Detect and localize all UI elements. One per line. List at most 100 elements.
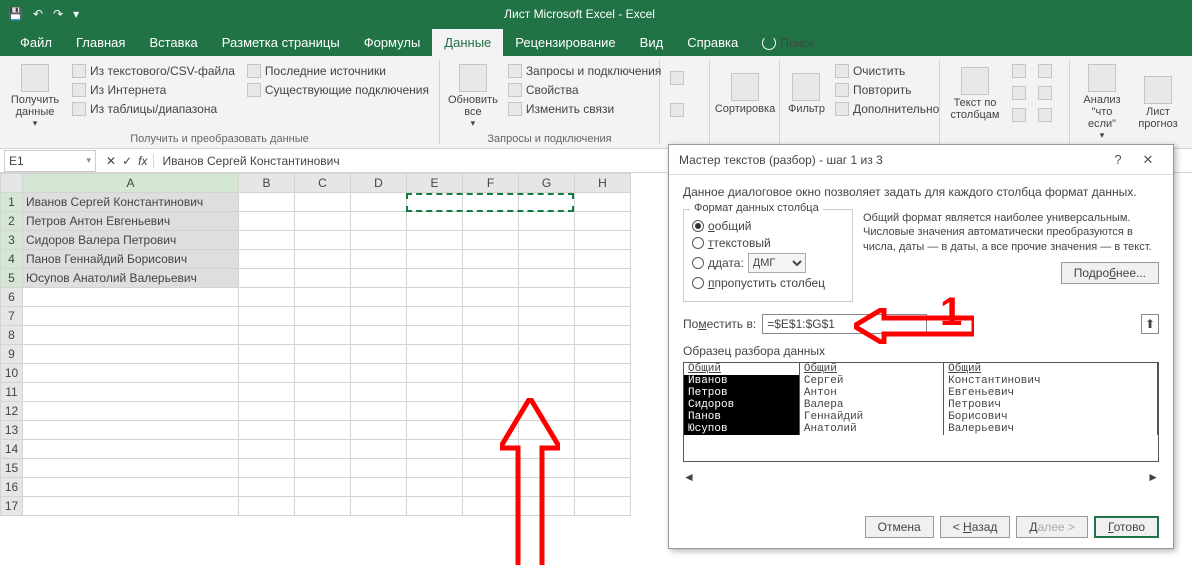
cell[interactable]: [295, 193, 351, 212]
row-header[interactable]: 3: [1, 231, 23, 250]
cell[interactable]: [351, 231, 407, 250]
from-table-button[interactable]: Из таблицы/диапазона: [68, 100, 239, 118]
flash-fill-button[interactable]: [1008, 62, 1030, 80]
qat-dropdown-icon[interactable]: ▾: [73, 7, 79, 21]
reapply-button[interactable]: Повторить: [831, 81, 943, 99]
table-row[interactable]: 10: [1, 364, 631, 383]
cell[interactable]: [575, 459, 631, 478]
cell[interactable]: [23, 497, 239, 516]
cell[interactable]: [351, 364, 407, 383]
cell[interactable]: [295, 288, 351, 307]
table-row[interactable]: 5Юсупов Анатолий Валерьевич: [1, 269, 631, 288]
cell[interactable]: [575, 345, 631, 364]
cell[interactable]: [239, 478, 295, 497]
sort-desc-button[interactable]: [666, 101, 688, 119]
preview-pane[interactable]: ОбщийОбщийОбщийИвановСергейКонстантинови…: [683, 362, 1159, 462]
cell[interactable]: [463, 231, 519, 250]
row-header[interactable]: 2: [1, 212, 23, 231]
cell[interactable]: [519, 383, 575, 402]
table-row[interactable]: 8: [1, 326, 631, 345]
cell[interactable]: [463, 326, 519, 345]
cell[interactable]: [575, 497, 631, 516]
cell[interactable]: [407, 307, 463, 326]
cell[interactable]: [23, 421, 239, 440]
cell[interactable]: [407, 440, 463, 459]
worksheet-grid[interactable]: A B C D E F G H 1Иванов Сергей Константи…: [0, 173, 631, 516]
row-header[interactable]: 8: [1, 326, 23, 345]
cell[interactable]: [575, 326, 631, 345]
tab-help[interactable]: Справка: [675, 29, 750, 56]
col-header[interactable]: B: [239, 174, 295, 193]
cell[interactable]: [407, 459, 463, 478]
row-header[interactable]: 6: [1, 288, 23, 307]
cell[interactable]: [23, 307, 239, 326]
row-header[interactable]: 5: [1, 269, 23, 288]
col-header[interactable]: C: [295, 174, 351, 193]
cell[interactable]: [23, 478, 239, 497]
properties-button[interactable]: Свойства: [504, 81, 666, 99]
table-row[interactable]: 12: [1, 402, 631, 421]
cell[interactable]: [463, 288, 519, 307]
row-header[interactable]: 17: [1, 497, 23, 516]
cell[interactable]: [463, 345, 519, 364]
col-header[interactable]: F: [463, 174, 519, 193]
cell[interactable]: [351, 269, 407, 288]
cell[interactable]: [239, 288, 295, 307]
scroll-left-icon[interactable]: ◄: [683, 470, 695, 484]
cell[interactable]: [519, 364, 575, 383]
redo-icon[interactable]: ↷: [53, 7, 63, 21]
cell[interactable]: [519, 269, 575, 288]
queries-conn-button[interactable]: Запросы и подключения: [504, 62, 666, 80]
cell[interactable]: [295, 212, 351, 231]
cell[interactable]: [239, 250, 295, 269]
cell[interactable]: [407, 193, 463, 212]
cell[interactable]: [575, 269, 631, 288]
cell[interactable]: [295, 345, 351, 364]
cell[interactable]: [463, 307, 519, 326]
radio-skip[interactable]: ппропустить столбец: [692, 276, 844, 290]
table-row[interactable]: 11: [1, 383, 631, 402]
table-row[interactable]: 14: [1, 440, 631, 459]
cell[interactable]: [407, 364, 463, 383]
text-to-columns-button[interactable]: Текст по столбцам: [946, 60, 1004, 128]
cell[interactable]: [239, 212, 295, 231]
cell[interactable]: [295, 421, 351, 440]
cell[interactable]: [295, 326, 351, 345]
cell[interactable]: [575, 421, 631, 440]
cell[interactable]: [351, 326, 407, 345]
row-header[interactable]: 14: [1, 440, 23, 459]
tab-review[interactable]: Рецензирование: [503, 29, 627, 56]
cell[interactable]: [407, 421, 463, 440]
cell[interactable]: [295, 269, 351, 288]
cell[interactable]: [351, 307, 407, 326]
radio-general[interactable]: ообщий: [692, 219, 844, 233]
cell[interactable]: [239, 402, 295, 421]
cell[interactable]: [407, 269, 463, 288]
collapse-dialog-button[interactable]: ⬆: [1141, 314, 1159, 334]
dialog-titlebar[interactable]: Мастер текстов (разбор) - шаг 1 из 3 ? ✕: [669, 145, 1173, 175]
cell[interactable]: [463, 478, 519, 497]
cell[interactable]: [239, 345, 295, 364]
refresh-all-button[interactable]: Обновить все ▾: [446, 60, 500, 133]
manage-model-button[interactable]: [1034, 106, 1056, 124]
cell[interactable]: [295, 250, 351, 269]
tab-file[interactable]: Файл: [8, 29, 64, 56]
cell[interactable]: [295, 497, 351, 516]
cell[interactable]: [295, 459, 351, 478]
consolidate-button[interactable]: [1034, 62, 1056, 80]
more-info-button[interactable]: Подробнее...: [1061, 262, 1159, 284]
cell[interactable]: [407, 383, 463, 402]
cell[interactable]: [351, 345, 407, 364]
cell[interactable]: [463, 459, 519, 478]
cell[interactable]: [575, 193, 631, 212]
sort-asc-button[interactable]: [666, 69, 688, 87]
cell[interactable]: [351, 421, 407, 440]
cell[interactable]: [351, 440, 407, 459]
sort-button[interactable]: Сортировка: [716, 60, 774, 128]
tab-home[interactable]: Главная: [64, 29, 137, 56]
cell[interactable]: [23, 459, 239, 478]
data-validation-button[interactable]: [1008, 106, 1030, 124]
row-header[interactable]: 11: [1, 383, 23, 402]
cell[interactable]: [463, 364, 519, 383]
undo-icon[interactable]: ↶: [33, 7, 43, 21]
